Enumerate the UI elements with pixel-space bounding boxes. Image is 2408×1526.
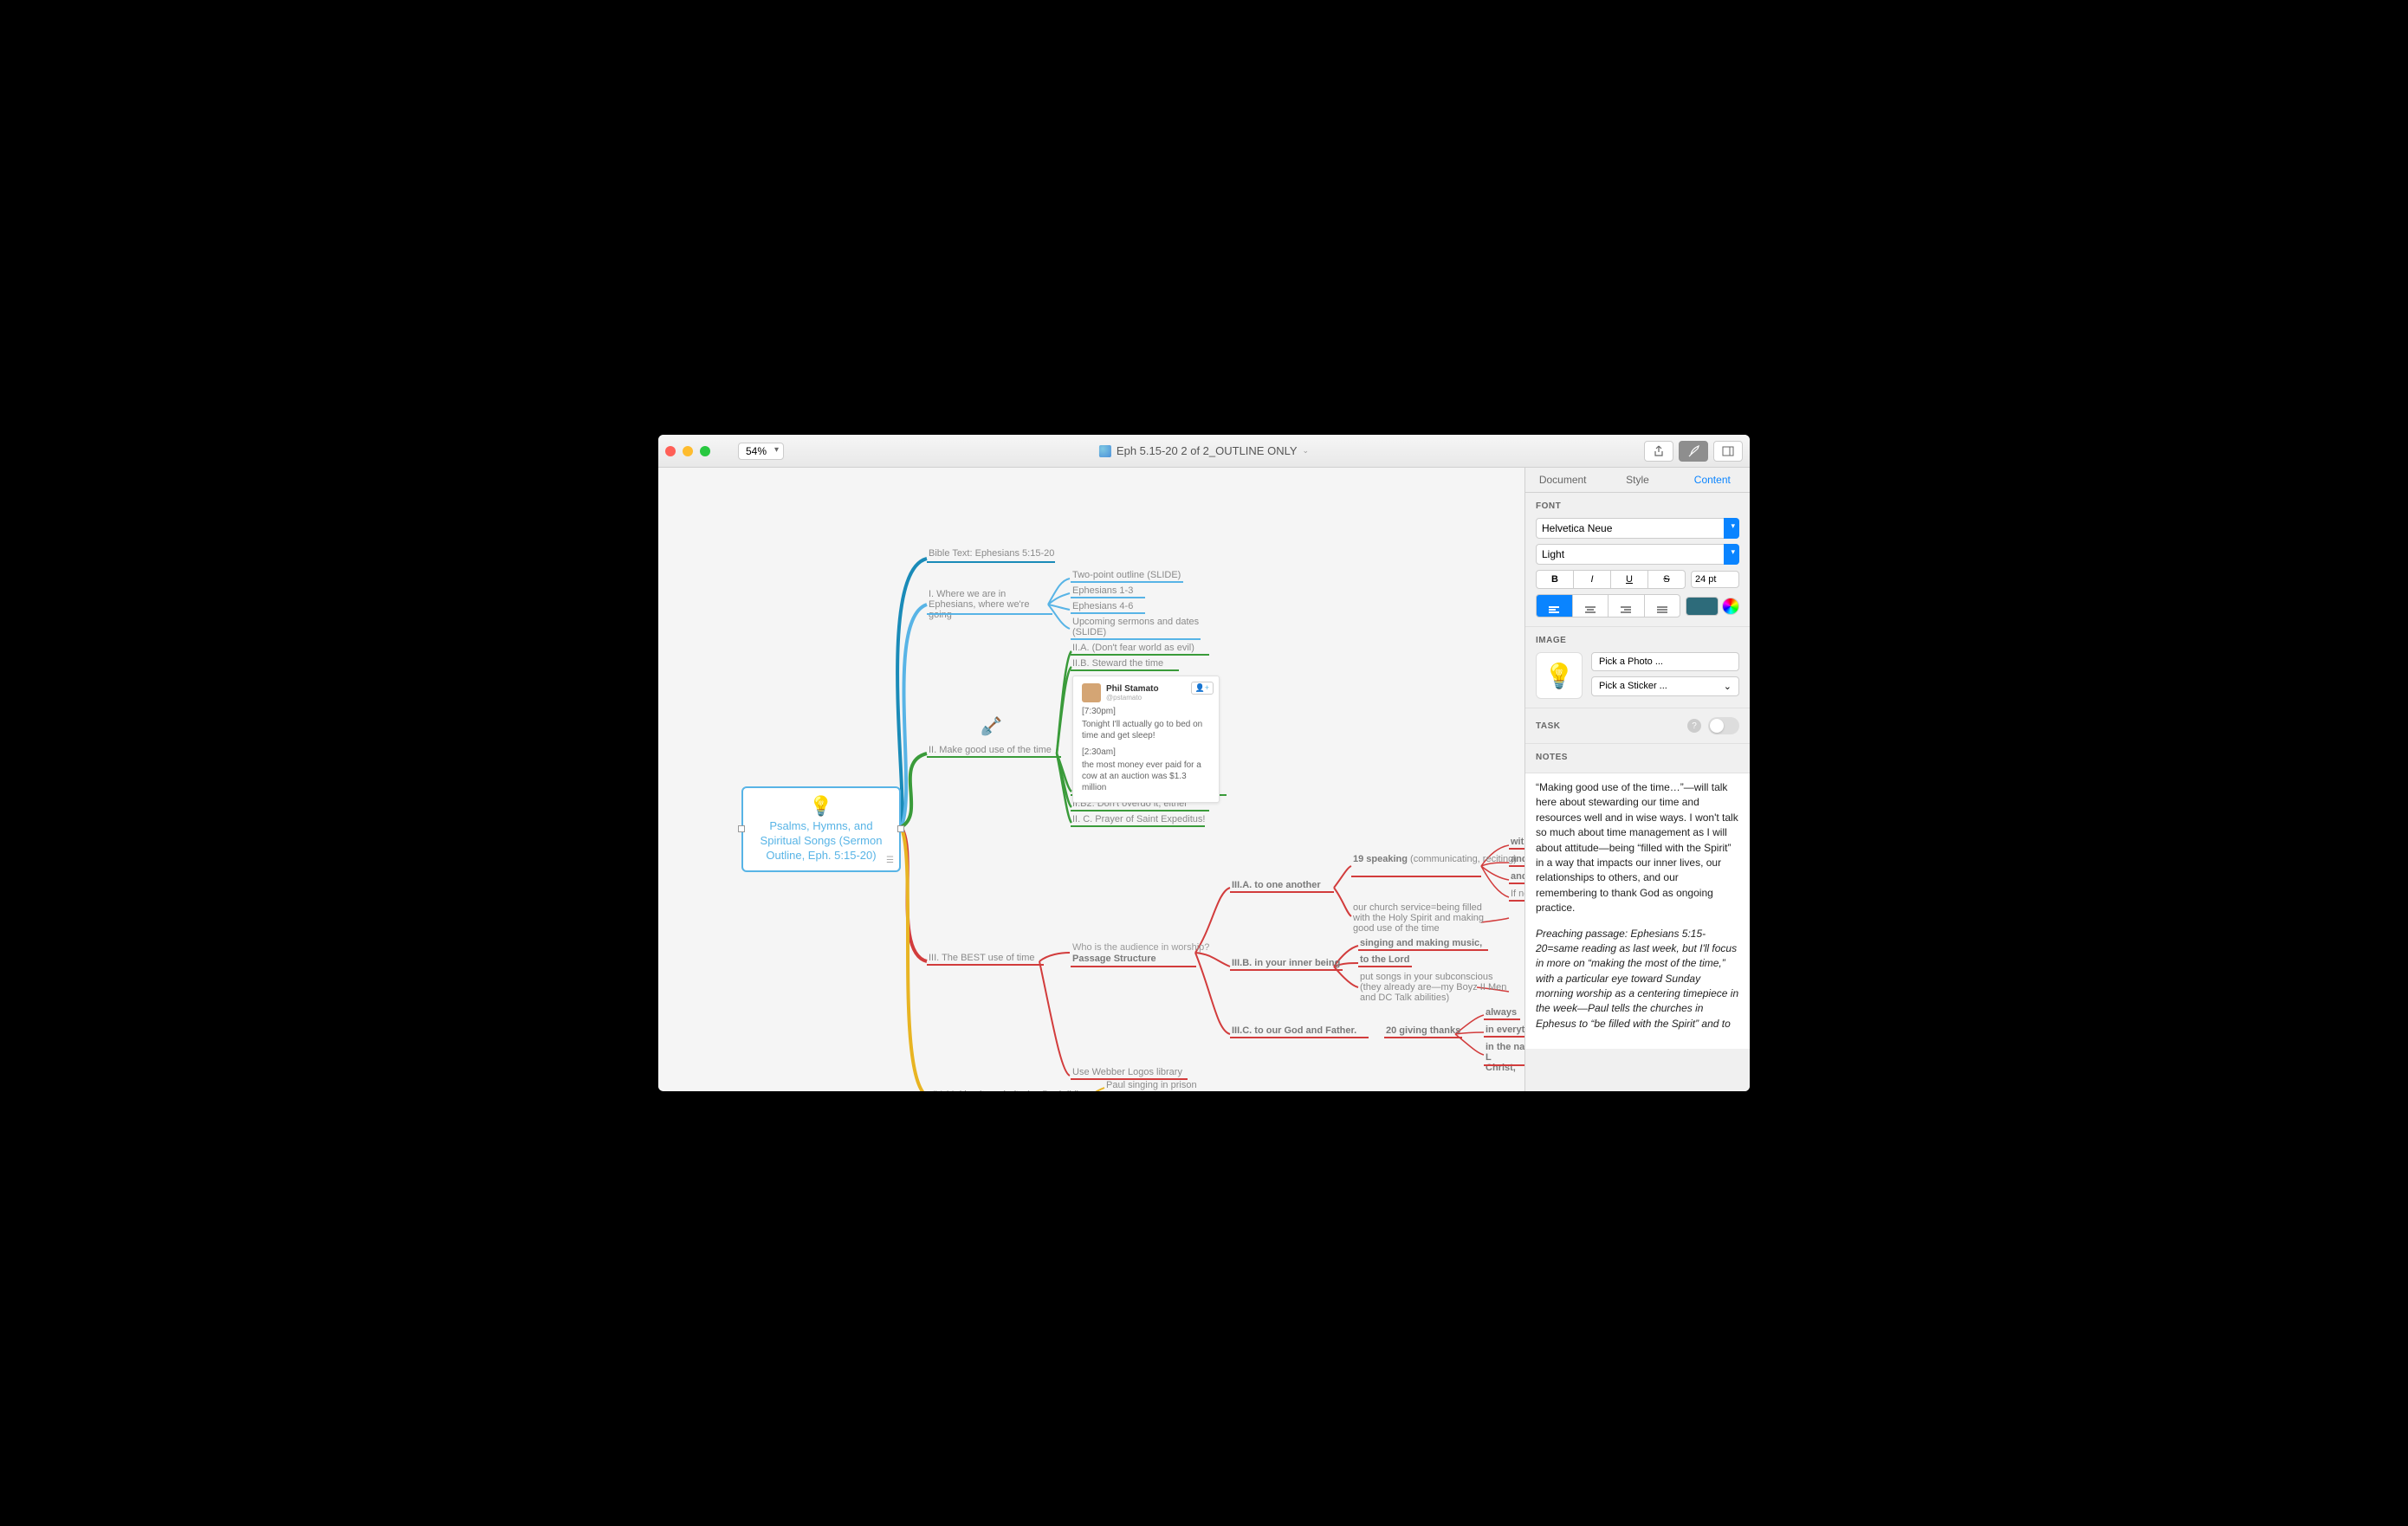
- font-weight-select[interactable]: [1536, 544, 1739, 565]
- italic-button[interactable]: I: [1573, 570, 1611, 589]
- node-upcoming[interactable]: Upcoming sermons and dates (SLIDE): [1072, 617, 1202, 637]
- underline-button[interactable]: U: [1610, 570, 1648, 589]
- tab-document[interactable]: Document: [1525, 468, 1600, 492]
- node-iiic[interactable]: III.C. to our God and Father.: [1232, 1025, 1356, 1036]
- node-two-point[interactable]: Two-point outline (SLIDE): [1072, 570, 1181, 580]
- node-bible-text[interactable]: Bible Text: Ephesians 5:15-20: [929, 548, 1054, 559]
- inspector-panel: Document Style Content FONT B I U S: [1524, 468, 1750, 1091]
- app-window: 54% Eph 5.15-20 2 of 2_OUTLINE ONLY ⌄: [658, 435, 1750, 1091]
- node-always[interactable]: always: [1486, 1007, 1517, 1018]
- help-icon[interactable]: ?: [1687, 719, 1701, 733]
- follow-icon[interactable]: 👤+: [1191, 682, 1214, 695]
- node-iia[interactable]: II.A. (Don't fear world as evil): [1072, 643, 1194, 653]
- color-swatch[interactable]: [1686, 597, 1719, 616]
- avatar: [1082, 683, 1101, 702]
- node-singing[interactable]: singing and making music,: [1360, 938, 1482, 948]
- node-iiia[interactable]: III.A. to one another: [1232, 880, 1321, 890]
- shovel-icon: 🪏: [981, 715, 1002, 737]
- tab-style[interactable]: Style: [1600, 468, 1674, 492]
- node-iv[interactable]: IV. Making it a priority (as Paul did): [933, 1090, 1080, 1091]
- node-iic[interactable]: II. C. Prayer of Saint Expeditus!: [1072, 814, 1205, 824]
- node-iib[interactable]: II.B. Steward the time: [1072, 658, 1163, 669]
- title-text: Eph 5.15-20 2 of 2_OUTLINE ONLY: [1117, 444, 1298, 457]
- root-node[interactable]: 💡 Psalms, Hymns, and Spiritual Songs (Se…: [741, 786, 901, 872]
- zoom-select[interactable]: 54%: [738, 443, 784, 460]
- node-psalms[interactable]: with Psalms: [1511, 837, 1524, 847]
- align-right-button[interactable]: [1608, 594, 1645, 618]
- zoom-icon[interactable]: [700, 446, 710, 456]
- tab-content[interactable]: Content: [1675, 468, 1750, 492]
- font-size-input[interactable]: [1691, 571, 1739, 588]
- node-lord[interactable]: to the Lord: [1360, 954, 1409, 965]
- node-ifnot[interactable]: If not three ty: [1511, 889, 1524, 899]
- node-audience[interactable]: Who is the audience in worship?: [1072, 942, 1209, 953]
- layout-toggle[interactable]: [1713, 441, 1743, 462]
- image-thumbnail[interactable]: 💡: [1536, 652, 1583, 699]
- document-title[interactable]: Eph 5.15-20 2 of 2_OUTLINE ONLY ⌄: [1099, 444, 1309, 457]
- node-everything[interactable]: in everything: [1486, 1025, 1524, 1035]
- inspector-tabs: Document Style Content: [1525, 468, 1750, 493]
- node-where[interactable]: I. Where we are in Ephesians, where we'r…: [929, 589, 1050, 620]
- doc-icon: [1099, 445, 1111, 457]
- titlebar: 54% Eph 5.15-20 2 of 2_OUTLINE ONLY ⌄: [658, 435, 1750, 468]
- card-handle: @pstamato: [1106, 694, 1159, 702]
- task-toggle[interactable]: [1708, 717, 1739, 734]
- node-passage[interactable]: Passage Structure: [1072, 954, 1156, 964]
- node-songs[interactable]: and songs in: [1511, 871, 1524, 882]
- node-prison[interactable]: Paul singing in prison: [1106, 1080, 1197, 1090]
- embedded-card[interactable]: 👤+ Phil Stamato @pstamato [7:30pm] Tonig…: [1072, 676, 1220, 803]
- node-best[interactable]: III. The BEST use of time: [929, 953, 1034, 963]
- resize-handle-left[interactable]: [738, 825, 745, 832]
- node-thanks[interactable]: 20 giving thanks: [1386, 1025, 1460, 1036]
- node-eph46[interactable]: Ephesians 4-6: [1072, 601, 1133, 611]
- pick-sticker-button[interactable]: Pick a Sticker ... ⌄: [1591, 676, 1739, 696]
- node-eph13[interactable]: Ephesians 1-3: [1072, 585, 1133, 596]
- note-marker-icon: ☰: [886, 856, 894, 865]
- root-text: Psalms, Hymns, and Spiritual Songs (Serm…: [752, 819, 890, 863]
- color-picker-icon[interactable]: [1722, 598, 1739, 615]
- card-name: Phil Stamato: [1106, 684, 1159, 694]
- bold-button[interactable]: B: [1536, 570, 1574, 589]
- minimize-icon[interactable]: [683, 446, 693, 456]
- node-church[interactable]: our church service=being filled with the…: [1353, 902, 1500, 934]
- node-make-good[interactable]: II. Make good use of the time: [929, 745, 1052, 755]
- notes-label: NOTES: [1536, 753, 1739, 762]
- close-icon[interactable]: [665, 446, 676, 456]
- node-iiib[interactable]: III.B. in your inner being: [1232, 958, 1340, 968]
- resize-handle-right[interactable]: [897, 825, 904, 832]
- strike-button[interactable]: S: [1647, 570, 1686, 589]
- font-family-select[interactable]: [1536, 518, 1739, 539]
- image-label: IMAGE: [1536, 636, 1739, 645]
- node-speaking[interactable]: 19 speaking (communicating, reciting): [1353, 854, 1517, 864]
- align-justify-button[interactable]: [1644, 594, 1681, 618]
- notes-editor[interactable]: “Making good use of the time…”—will talk…: [1525, 773, 1750, 1049]
- share-button[interactable]: [1644, 441, 1673, 462]
- align-left-button[interactable]: [1536, 594, 1573, 618]
- pick-photo-button[interactable]: Pick a Photo ...: [1591, 652, 1739, 671]
- node-putsongs[interactable]: put songs in your subconscious (they alr…: [1360, 972, 1516, 1003]
- mindmap-canvas[interactable]: 💡 Psalms, Hymns, and Spiritual Songs (Se…: [658, 468, 1524, 1091]
- align-center-button[interactable]: [1572, 594, 1609, 618]
- node-inname[interactable]: in the name of our LChrist,: [1486, 1042, 1524, 1073]
- font-label: FONT: [1536, 501, 1739, 511]
- inspector-toggle[interactable]: [1679, 441, 1708, 462]
- lightbulb-icon: 💡: [752, 795, 890, 818]
- task-label: TASK: [1536, 721, 1560, 731]
- node-webber[interactable]: Use Webber Logos library: [1072, 1067, 1182, 1077]
- node-hymns[interactable]: and hymns: [1511, 854, 1524, 864]
- traffic-lights: [665, 446, 710, 456]
